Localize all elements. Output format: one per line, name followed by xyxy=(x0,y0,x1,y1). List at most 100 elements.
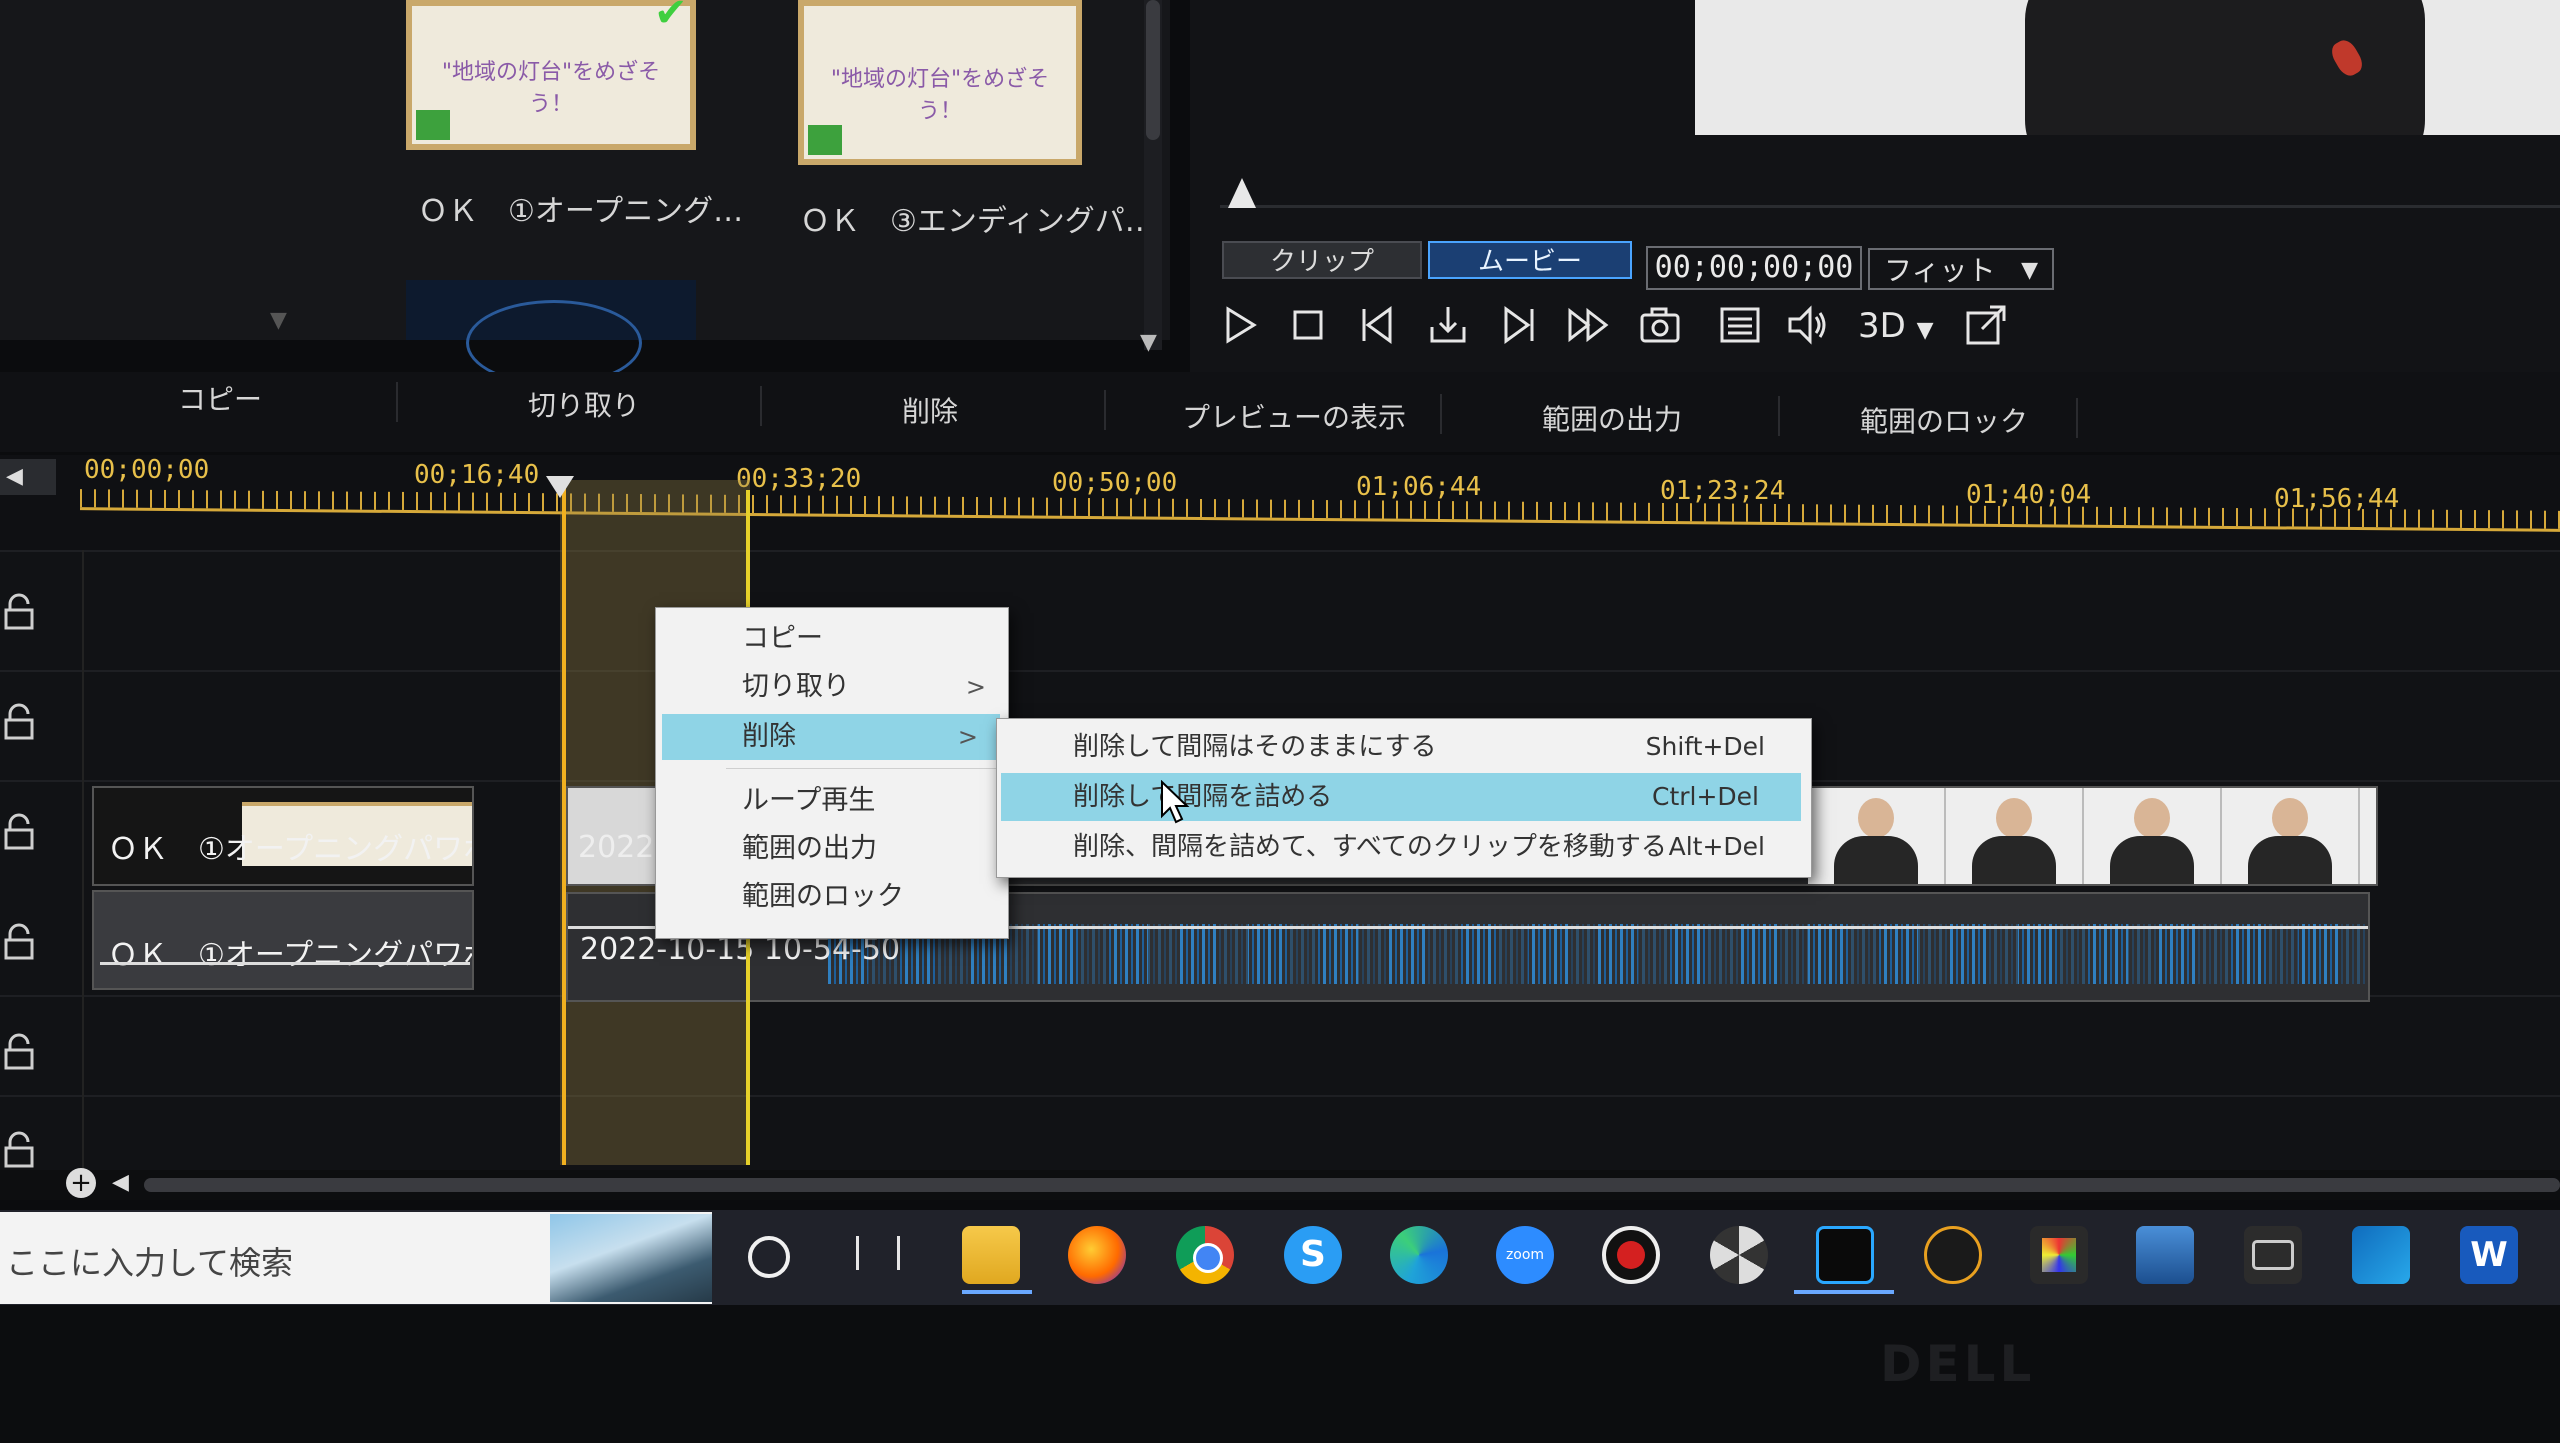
lock-icon[interactable] xyxy=(0,922,40,962)
library-item-label: ＯＫ ①オープニング… xyxy=(418,194,744,229)
copy-button[interactable]: コピー xyxy=(178,378,262,418)
shortcut-label: Ctrl+Del xyxy=(1651,782,1759,811)
outlook-icon[interactable] xyxy=(2352,1226,2410,1284)
audio-waveform xyxy=(828,924,2368,984)
check-icon: ✔ xyxy=(654,0,688,36)
submenu-item-delete-close-gap[interactable]: 削除して間隔を詰める Ctrl+Del xyxy=(1001,773,1801,821)
chevron-right-icon: > xyxy=(957,723,978,751)
audio-clip-opening[interactable]: ＯＫ ①オープニングパワポ画像 xyxy=(92,890,474,990)
toolbar-divider xyxy=(1104,390,1106,430)
record-dot xyxy=(1617,1241,1645,1269)
next-frame-icon[interactable] xyxy=(1496,303,1540,347)
monitor-logo: DELL xyxy=(1880,1335,2036,1393)
menu-item-export-range[interactable]: 範囲の出力 xyxy=(656,826,1008,872)
playhead[interactable] xyxy=(562,480,566,1165)
clip-filmstrip xyxy=(1808,788,2376,884)
subtitle-list-icon[interactable] xyxy=(1718,303,1762,347)
lock-icon[interactable] xyxy=(0,702,40,742)
chevron-down-icon[interactable]: ▼ xyxy=(270,308,287,333)
scroll-left-icon[interactable]: ◀ xyxy=(112,1170,129,1195)
clip-title: ＯＫ ①オープニングパワポ画像 xyxy=(108,832,472,867)
task-view-icon[interactable] xyxy=(856,1236,900,1270)
movie-mode-button[interactable]: ムービー xyxy=(1428,241,1632,279)
menu-item-cut[interactable]: 切り取り > xyxy=(656,664,1008,710)
fast-forward-icon[interactable] xyxy=(1566,303,1610,347)
scroll-down-icon[interactable]: ▼ xyxy=(1140,330,1157,355)
photo-app-icon[interactable] xyxy=(2030,1226,2088,1284)
cortana-icon[interactable] xyxy=(748,1236,790,1278)
preview-video xyxy=(1695,0,2560,135)
powerdirector-icon[interactable] xyxy=(1816,1226,1874,1284)
library-thumbnail-next[interactable] xyxy=(406,280,696,386)
lock-icon[interactable] xyxy=(0,812,40,852)
ruler-label: 00;50;00 xyxy=(1052,468,1178,498)
zoom-fit-select[interactable]: フィット ▼ xyxy=(1868,248,2054,290)
file-explorer-icon[interactable] xyxy=(962,1226,1020,1284)
shortcut-label: Shift+Del xyxy=(1645,732,1765,761)
preview-scrub-bar[interactable] xyxy=(1220,205,2560,208)
skype-icon[interactable]: S xyxy=(1284,1226,1342,1284)
previous-frame-icon[interactable] xyxy=(1356,303,1400,347)
zoom-icon[interactable]: zoom xyxy=(1496,1226,1554,1284)
track-header-divider xyxy=(82,550,84,1170)
library-thumbnail-ending[interactable]: "地域の灯台"をめざそう！ xyxy=(798,0,1082,165)
ruler-scroll-left-icon[interactable]: ◀ xyxy=(0,459,56,495)
menu-divider xyxy=(726,768,998,769)
edge-icon[interactable] xyxy=(1390,1226,1448,1284)
menu-item-lock-range[interactable]: 範囲のロック xyxy=(656,874,1008,920)
menu-item-loop-play[interactable]: ループ再生 xyxy=(656,778,1008,824)
split-clip-icon[interactable] xyxy=(1426,303,1470,347)
scrub-marker-icon[interactable] xyxy=(1228,178,1256,208)
ruler-label: 01;23;24 xyxy=(1660,476,1786,506)
chevron-right-icon: > xyxy=(965,673,986,701)
word-icon[interactable]: W xyxy=(2460,1226,2518,1284)
lock-range-button[interactable]: 範囲のロック xyxy=(1860,400,2028,440)
library-item-label: ＯＫ ③エンディングパ… xyxy=(800,204,1155,239)
recorder-icon[interactable] xyxy=(1602,1226,1660,1284)
menu-item-copy[interactable]: コピー xyxy=(656,616,1008,662)
photo-app-logo xyxy=(2042,1238,2076,1272)
timeline-scrollbar[interactable]: + ◀ xyxy=(0,1168,2560,1200)
track-divider xyxy=(0,670,2560,672)
snapshot-camera-icon[interactable] xyxy=(1638,303,1682,347)
export-range-button[interactable]: 範囲の出力 xyxy=(1542,398,1682,438)
menu-item-delete[interactable]: 削除 > xyxy=(662,714,1000,760)
video-clip-opening[interactable]: ＯＫ ①オープニングパワポ画像 xyxy=(92,786,474,886)
lock-icon[interactable] xyxy=(0,1032,40,1072)
library-thumbnail-opening[interactable]: "地域の灯台"をめざそう！ xyxy=(406,0,696,150)
scrollbar-thumb[interactable] xyxy=(144,1178,2560,1192)
photos-icon[interactable] xyxy=(2136,1226,2194,1284)
play-icon[interactable] xyxy=(1218,303,1262,347)
submenu-item-delete-ripple-all[interactable]: 削除、間隔を詰めて、すべてのクリップを移動する Alt+Del xyxy=(997,823,1811,871)
chrome-icon[interactable] xyxy=(1176,1226,1234,1284)
submenu-item-delete-keep-gap[interactable]: 削除して間隔はそのままにする Shift+Del xyxy=(997,723,1811,771)
toolbar-divider xyxy=(760,386,762,426)
clip-mode-button[interactable]: クリップ xyxy=(1222,241,1422,279)
lock-icon[interactable] xyxy=(0,1130,40,1170)
volume-icon[interactable] xyxy=(1786,303,1830,347)
menu-item-label: 範囲のロック xyxy=(742,881,904,912)
timecode-display[interactable]: 00;00;00;00 xyxy=(1646,246,1862,290)
menu-item-label: コピー xyxy=(742,623,823,654)
media-library: "地域の灯台"をめざそう！ ✔ ＯＫ ①オープニング… "地域の灯台"をめざそう… xyxy=(0,0,1170,386)
media-app-icon[interactable] xyxy=(1924,1226,1982,1284)
obs-icon[interactable] xyxy=(1710,1226,1768,1284)
track-divider xyxy=(0,550,2560,552)
show-preview-button[interactable]: プレビューの表示 xyxy=(1182,396,1406,436)
firefox-icon[interactable] xyxy=(1068,1226,1126,1284)
3d-mode-button[interactable]: 3D ▼ xyxy=(1858,306,1934,346)
add-track-icon[interactable]: + xyxy=(66,1168,96,1198)
lock-icon[interactable] xyxy=(0,592,40,632)
external-preview-icon[interactable] xyxy=(1964,303,2008,347)
ruler-label: 00;33;20 xyxy=(736,464,862,494)
delete-button[interactable]: 削除 xyxy=(902,390,958,430)
zoom-fit-value: フィット xyxy=(1884,254,1996,287)
stop-icon[interactable] xyxy=(1286,303,1330,347)
search-highlight-image[interactable] xyxy=(550,1214,712,1302)
cut-button[interactable]: 切り取り xyxy=(528,384,640,424)
library-scrollbar[interactable] xyxy=(1144,0,1162,350)
volume-line[interactable] xyxy=(100,962,470,965)
toolbar-divider xyxy=(396,382,398,422)
playhead-handle-icon[interactable] xyxy=(546,476,574,498)
camera-icon[interactable] xyxy=(2244,1226,2302,1284)
